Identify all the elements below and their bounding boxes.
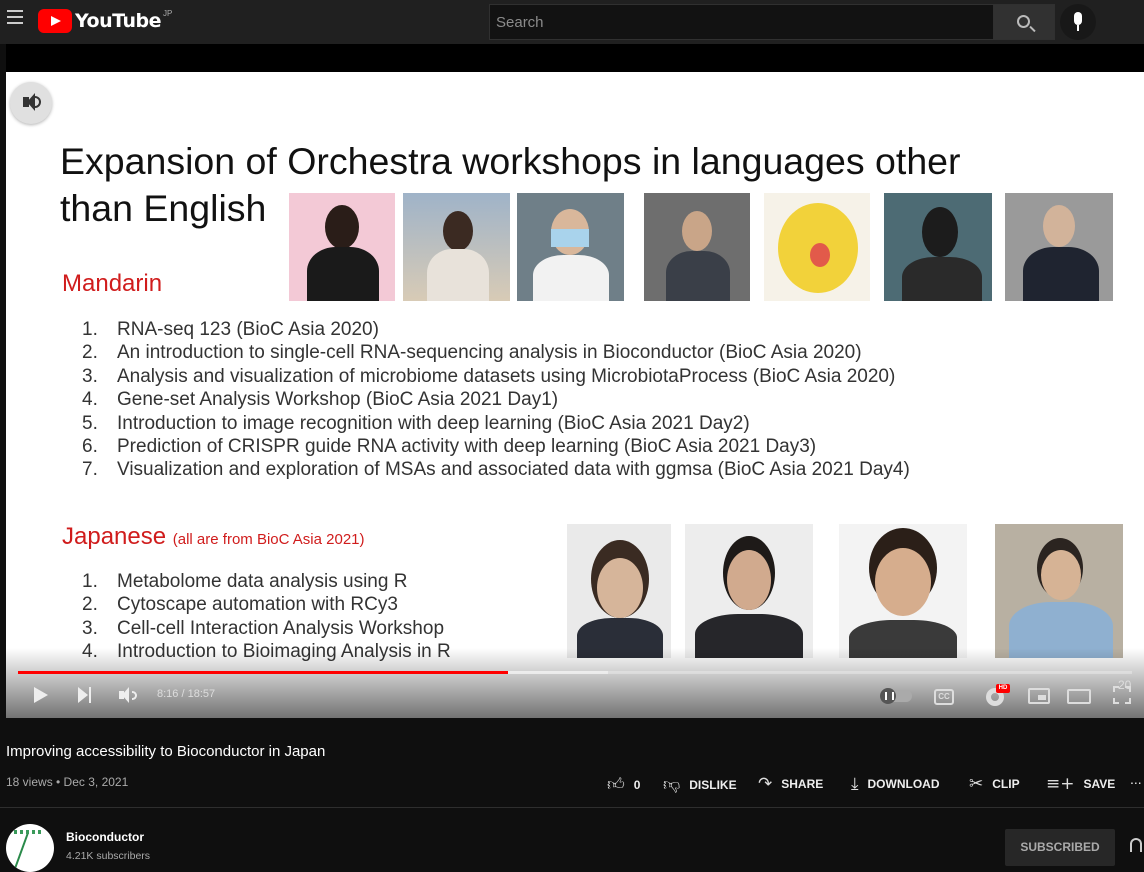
dislike-button[interactable]: 👎︎ DISLIKE — [663, 774, 737, 795]
download-label: DOWNLOAD — [867, 777, 940, 791]
subscribed-button[interactable]: SUBSCRIBED — [1005, 829, 1115, 866]
dislike-label: DISLIKE — [689, 777, 737, 792]
video-title: Improving accessibility to Bioconductor … — [6, 743, 326, 760]
playlist-add-icon: ≡+ — [1046, 774, 1075, 794]
slide-title-line2: than English — [60, 187, 267, 229]
presenter-photo-2 — [403, 193, 510, 301]
microphone-icon[interactable] — [1060, 4, 1096, 40]
download-icon: ⤓ — [851, 774, 859, 794]
japanese-heading: Japanese — [62, 523, 167, 550]
progress-bar[interactable] — [18, 671, 1132, 674]
presenter-photo-1 — [289, 193, 395, 301]
unmute-button[interactable] — [10, 82, 52, 124]
more-actions-button[interactable]: ... — [1130, 771, 1142, 787]
captions-button[interactable]: CC — [934, 689, 954, 705]
presenter-photo-6 — [884, 193, 992, 301]
list-item: 2. Cytoscape automation with RCy3 — [82, 594, 398, 616]
share-button[interactable]: ↷ SHARE — [758, 774, 823, 794]
list-item: 4. Gene-set Analysis Workshop (BioC Asia … — [82, 389, 559, 411]
presenter-photo-3 — [517, 193, 624, 301]
list-item: 3. Cell-cell Interaction Analysis Worksho… — [82, 617, 445, 639]
presenter-photo-10 — [839, 524, 967, 658]
video-meta: 18 views • Dec 3, 2021 — [6, 775, 129, 789]
section-heading-mandarin: Mandarin — [62, 270, 163, 297]
mandarin-workshop-list: 1. RNA-seq 123 (BioC Asia 2020) 2. An intr… — [82, 318, 910, 482]
share-icon: ↷ — [758, 774, 773, 794]
divider — [0, 807, 1144, 808]
volume-icon[interactable] — [119, 687, 141, 703]
save-button[interactable]: ≡+ SAVE — [1046, 774, 1115, 794]
youtube-play-icon — [38, 9, 72, 33]
region-code: JP — [162, 8, 173, 18]
presenter-photo-8 — [567, 524, 671, 658]
hamburger-menu-icon[interactable] — [7, 10, 23, 26]
list-item: 7. Visualization and exploration of MSAs … — [82, 459, 910, 481]
japanese-subheading: (all are from BioC Asia 2021) — [172, 531, 365, 548]
play-icon[interactable] — [34, 687, 48, 703]
list-item: 5. Introduction to image recognition with… — [82, 412, 750, 434]
search-input[interactable]: Search — [489, 4, 993, 40]
fullscreen-icon[interactable] — [1113, 686, 1131, 704]
subscriber-count: 4.21K subscribers — [66, 850, 151, 862]
logo-text: YouTube — [75, 10, 161, 32]
thumbs-up-icon: 👍︎ — [607, 775, 625, 795]
list-item: 3. Analysis and visualization of microbio… — [82, 365, 896, 387]
channel-avatar[interactable] — [6, 824, 54, 872]
presenter-photo-5 — [764, 193, 870, 301]
player-top-strip — [6, 44, 1144, 72]
presenter-photo-4 — [644, 193, 750, 301]
thumbs-down-icon: 👎︎ — [663, 775, 681, 795]
speaker-wave — [35, 96, 41, 108]
youtube-logo[interactable]: YouTube JP — [38, 9, 172, 33]
player-controls: 8:16 / 18:57 CC HD 20 — [6, 676, 1144, 716]
progress-played — [18, 671, 508, 674]
presenter-photo-7 — [1005, 193, 1113, 301]
hd-badge: HD — [996, 684, 1010, 693]
like-count: 0 — [633, 777, 641, 792]
presenter-photo-9 — [685, 524, 813, 658]
clip-label: CLIP — [992, 777, 1020, 791]
video-player[interactable]: Expansion of Orchestra workshops in lang… — [6, 72, 1144, 718]
like-button[interactable]: 👍︎ 0 — [607, 774, 640, 795]
channel-name[interactable]: Bioconductor — [66, 830, 144, 844]
speaker-icon — [23, 93, 35, 111]
presenter-photo-11 — [995, 524, 1123, 658]
download-button[interactable]: ⤓ DOWNLOAD — [851, 774, 940, 794]
search-icon — [1017, 15, 1030, 28]
list-item: 1. Metabolome data analysis using R — [82, 571, 408, 592]
search-button[interactable] — [993, 4, 1055, 40]
save-label: SAVE — [1083, 777, 1116, 791]
list-item: 6. Prediction of CRISPR guide RNA activit… — [82, 436, 817, 458]
section-heading-japanese: Japanese (all are from BioC Asia 2021) — [62, 523, 365, 551]
list-item: 2. An introduction to single-cell RNA-seq… — [82, 342, 862, 364]
clip-button[interactable]: ✂ CLIP — [969, 774, 1020, 794]
slide-title-line1: Expansion of Orchestra workshops in lang… — [60, 140, 961, 182]
scissors-icon: ✂ — [969, 774, 984, 794]
miniplayer-icon[interactable] — [1028, 688, 1050, 704]
share-label: SHARE — [781, 777, 824, 791]
top-bar: YouTube JP Search — [0, 0, 1144, 44]
notification-bell-icon[interactable] — [1130, 838, 1142, 852]
autoplay-toggle[interactable] — [880, 688, 912, 704]
time-display: 8:16 / 18:57 — [157, 688, 216, 700]
next-icon[interactable] — [78, 687, 92, 703]
list-item: 1. RNA-seq 123 (BioC Asia 2020) — [82, 319, 379, 340]
theater-mode-icon[interactable] — [1067, 689, 1091, 704]
